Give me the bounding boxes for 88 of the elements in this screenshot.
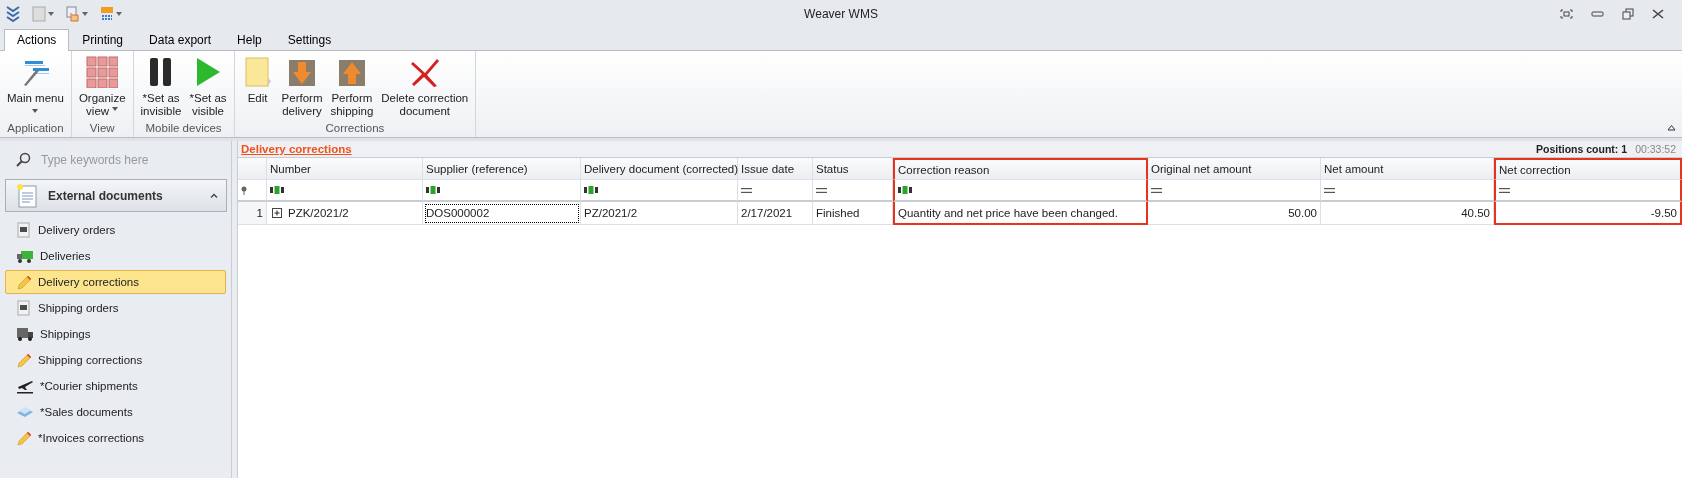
sidebar-item[interactable]: Shippings — [5, 322, 226, 346]
text-filter-icon[interactable] — [270, 186, 284, 194]
sidebar-item[interactable]: Deliveries — [5, 244, 226, 268]
equals-filter-icon[interactable] — [741, 187, 752, 193]
ribbon-button[interactable]: Edit — [238, 54, 277, 120]
sidebar-item[interactable]: *Sales documents — [5, 400, 226, 424]
ribbon-group-label: Application — [7, 122, 64, 134]
search-field[interactable]: Type keywords here — [39, 152, 213, 168]
text-filter-icon[interactable] — [898, 186, 912, 194]
filter-cell[interactable] — [1494, 180, 1682, 202]
document-icon — [16, 182, 38, 209]
corner-cell — [238, 158, 267, 180]
pencil-icon — [16, 430, 32, 446]
column-header[interactable]: Delivery document (corrected) — [581, 158, 738, 180]
table-cell: PZ/2021/2 — [581, 202, 738, 225]
sidebar-item[interactable]: Delivery orders — [5, 218, 226, 242]
equals-filter-icon[interactable] — [1324, 187, 1335, 193]
truck-icon — [16, 248, 34, 264]
ribbon-button[interactable]: Organize view — [75, 54, 129, 120]
fullscreen-icon[interactable] — [1560, 9, 1573, 19]
table-cell: 2/17/2021 — [738, 202, 813, 225]
text-filter-icon[interactable] — [426, 186, 440, 194]
elapsed-time: 00:33:52 — [1635, 143, 1676, 155]
group-header[interactable]: External documents — [5, 179, 227, 212]
table-cell: 40.50 — [1321, 202, 1494, 225]
ribbon-tab[interactable]: Help — [224, 29, 275, 51]
caret-icon[interactable] — [32, 109, 39, 113]
window-title: Weaver WMS — [804, 7, 878, 21]
ribbon-button[interactable]: *Set as visible — [186, 54, 230, 120]
search-icon — [15, 152, 31, 168]
ribbon-tab[interactable]: Actions — [4, 29, 70, 51]
pencil-icon — [16, 274, 32, 290]
sidebar-item[interactable]: *Invoices corrections — [5, 426, 226, 450]
caret-icon[interactable] — [112, 107, 119, 111]
ribbon-button[interactable]: *Set as invisible — [137, 54, 185, 120]
sidebar-item[interactable]: Shipping orders — [5, 296, 226, 320]
collapse-ribbon-icon[interactable] — [1667, 124, 1676, 131]
caret-icon[interactable] — [48, 12, 54, 16]
sidebar-item[interactable]: Delivery corrections — [5, 270, 226, 294]
table-cell: Quantity and net price have been changed. — [893, 202, 1148, 225]
caret-icon[interactable] — [82, 12, 88, 16]
document-truck-icon — [16, 222, 32, 238]
app-logo-icon — [6, 6, 20, 22]
caret-icon[interactable] — [116, 12, 122, 16]
lorry-icon — [16, 326, 34, 342]
document-truck-icon — [16, 300, 32, 316]
column-header[interactable]: Net amount — [1321, 158, 1494, 180]
filter-cell[interactable] — [893, 180, 1148, 202]
ribbon-button[interactable]: Perform shipping — [327, 54, 377, 120]
table-cell: -9.50 — [1494, 202, 1682, 225]
table-cell: PZK/2021/2 — [267, 202, 423, 225]
restore-icon[interactable] — [1622, 8, 1634, 20]
text-filter-icon[interactable] — [584, 186, 598, 194]
column-header[interactable]: Original net amount — [1148, 158, 1321, 180]
ribbon-group-label: Mobile devices — [145, 122, 222, 134]
column-header[interactable]: Correction reason — [893, 158, 1148, 180]
equals-filter-icon[interactable] — [1151, 187, 1162, 193]
table-cell: DOS000002 — [423, 202, 581, 225]
close-icon[interactable] — [1652, 9, 1664, 19]
sidebar-item[interactable]: Shipping corrections — [5, 348, 226, 372]
ribbon-button[interactable]: Perform delivery — [278, 54, 326, 120]
pencil-icon — [16, 352, 32, 368]
minimize-icon[interactable] — [1591, 11, 1604, 17]
equals-filter-icon[interactable] — [1499, 187, 1510, 193]
ribbon-tab[interactable]: Data export — [136, 29, 225, 51]
column-header[interactable]: Status — [813, 158, 893, 180]
grid-icon — [86, 56, 119, 88]
sidebar-item[interactable]: *Courier shipments — [5, 374, 226, 398]
column-header[interactable]: Number — [267, 158, 423, 180]
row-number: 1 — [238, 202, 267, 225]
ribbon-button[interactable]: Main menu — [4, 54, 67, 120]
expand-icon[interactable] — [272, 208, 282, 218]
column-header[interactable]: Supplier (reference) — [423, 158, 581, 180]
ribbon-button[interactable]: Delete correction document — [378, 54, 472, 120]
column-header[interactable]: Issue date — [738, 158, 813, 180]
airplane-icon — [16, 378, 34, 394]
pin-icon[interactable] — [241, 185, 247, 195]
positions-count: Positions count: 1 — [1536, 143, 1628, 155]
ribbon-group-label: Corrections — [325, 122, 385, 134]
table-cell: 50.00 — [1148, 202, 1321, 225]
ribbon-group-label: View — [89, 122, 115, 134]
papers-icon — [16, 404, 34, 420]
column-header[interactable]: Net correction — [1494, 158, 1682, 180]
equals-filter-icon[interactable] — [816, 187, 827, 193]
ribbon-tab[interactable]: Printing — [69, 29, 137, 51]
table-cell: Finished — [813, 202, 893, 225]
collapse-icon[interactable] — [210, 193, 218, 198]
ribbon-tab[interactable]: Settings — [274, 29, 345, 51]
